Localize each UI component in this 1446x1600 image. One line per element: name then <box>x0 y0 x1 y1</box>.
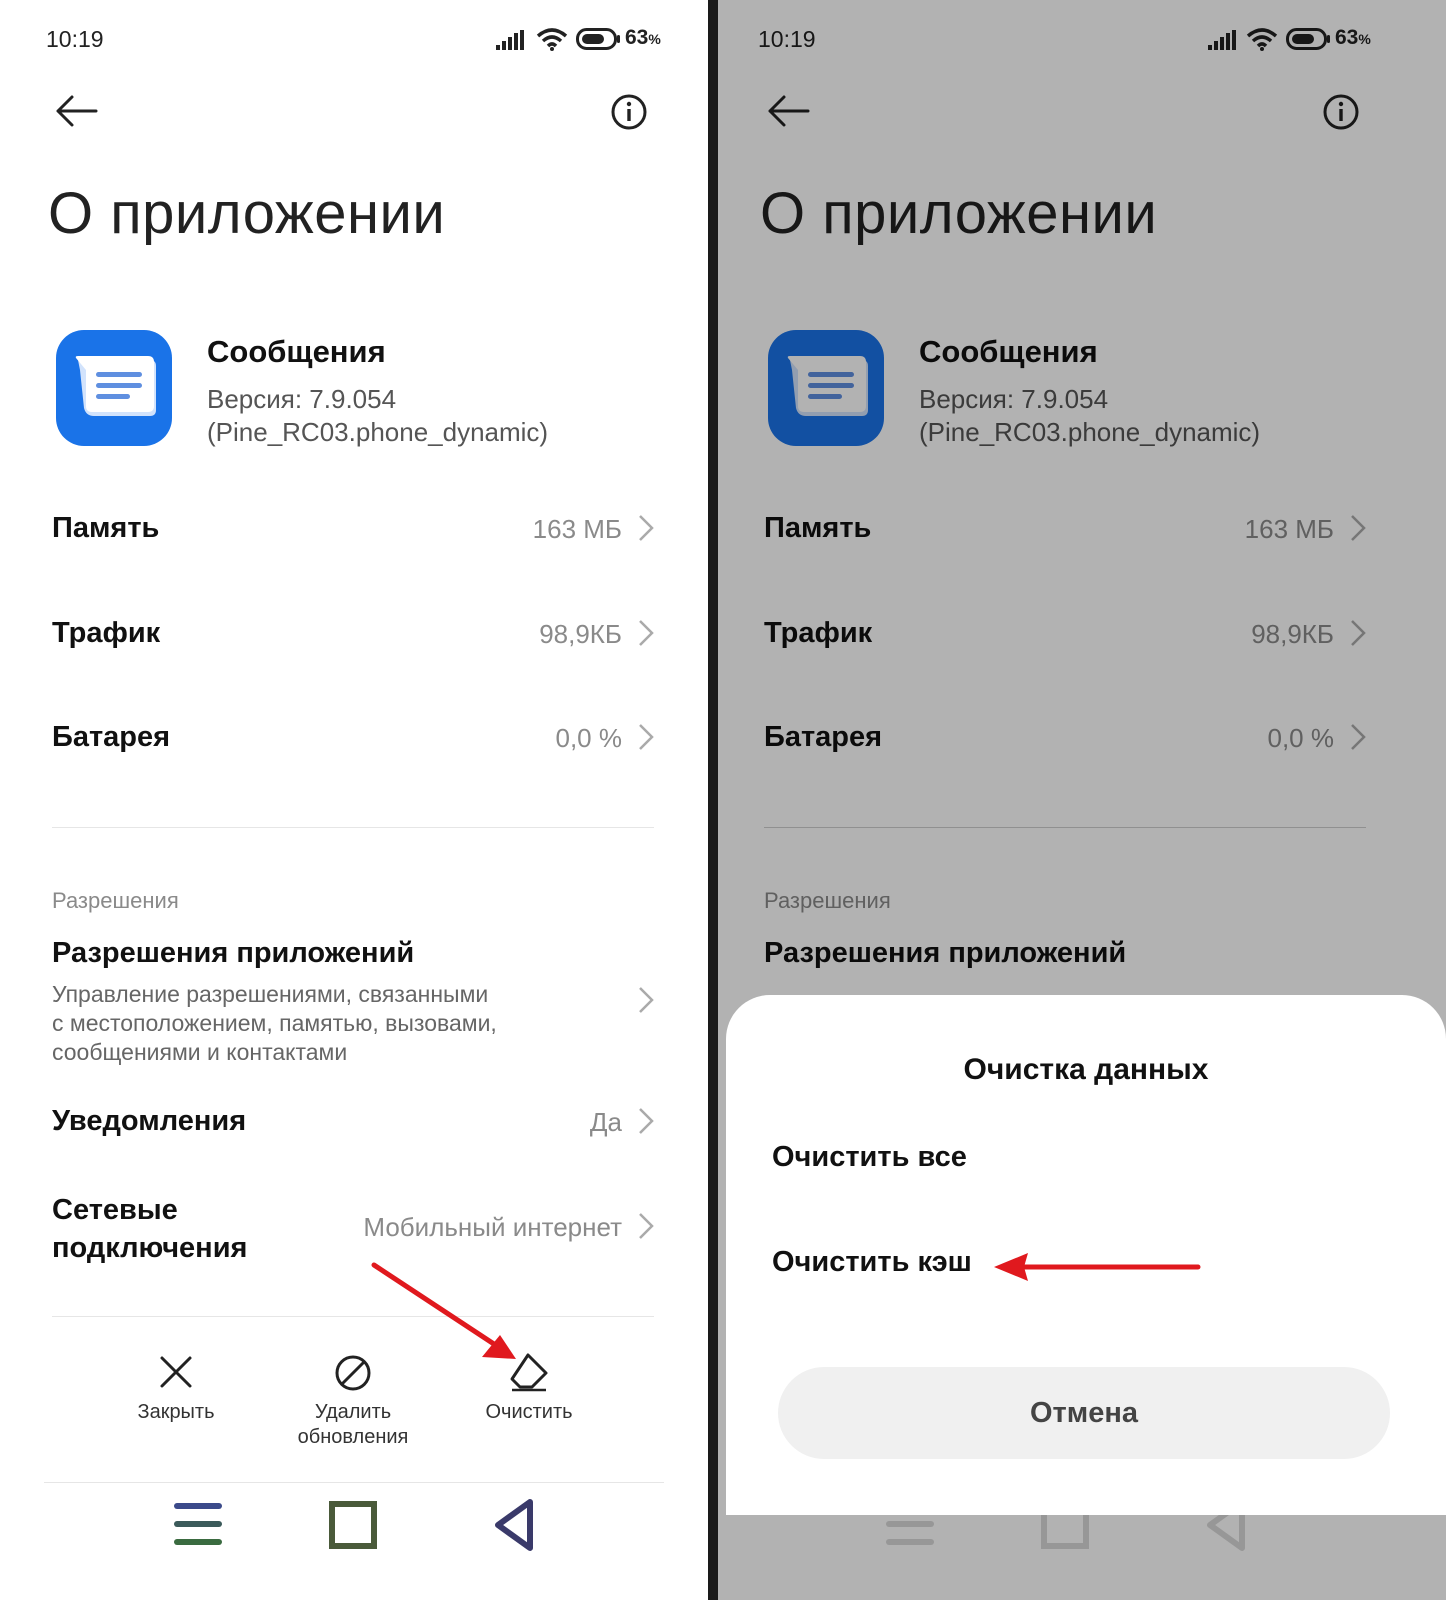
uninstall-updates-button[interactable]: Удалить обновления <box>273 1400 433 1450</box>
messages-app-icon <box>56 330 172 446</box>
app-permissions-title[interactable]: Разрешения приложений <box>52 937 414 970</box>
battery-row-label[interactable]: Батарея <box>52 721 170 754</box>
message-bubble-icon <box>75 356 156 416</box>
storage-value: 163 МБ <box>532 514 622 544</box>
signal-icon <box>496 30 524 50</box>
chevron-right-icon <box>639 515 654 541</box>
app-info-screen: 10:19 63% О приложении Сообщения Версия:… <box>0 0 708 1600</box>
status-time: 10:19 <box>46 26 104 52</box>
menu-icon[interactable] <box>172 1500 224 1550</box>
clear-all-option[interactable]: Очистить все <box>772 1141 967 1174</box>
chevron-right-icon <box>639 987 654 1013</box>
wifi-icon <box>536 28 568 51</box>
app-version: Версия: 7.9.054 (Pine_RC03.phone_dynamic… <box>207 384 549 447</box>
close-icon[interactable] <box>158 1354 194 1390</box>
chevron-right-icon <box>639 1108 654 1134</box>
notifications-value: Да <box>589 1107 622 1137</box>
battery-level: 63% <box>625 26 661 49</box>
home-square-icon[interactable] <box>328 1500 378 1550</box>
back-arrow-icon[interactable] <box>54 94 98 128</box>
app-name: Сообщения <box>207 334 386 369</box>
close-app-button[interactable]: Закрыть <box>106 1400 246 1425</box>
back-triangle-icon[interactable] <box>492 1498 536 1552</box>
divider <box>52 827 654 828</box>
battery-icon <box>576 28 620 50</box>
chevron-right-icon <box>639 724 654 750</box>
clear-button[interactable]: Очистить <box>459 1400 599 1425</box>
chevron-right-icon <box>639 620 654 646</box>
notifications-row-label[interactable]: Уведомления <box>52 1105 246 1138</box>
info-icon[interactable] <box>610 93 648 131</box>
cancel-button[interactable]: Отмена <box>778 1367 1390 1459</box>
clear-data-dialog: Очистка данных Очистить все Очистить кэш… <box>726 995 1446 1515</box>
traffic-value: 98,9КБ <box>539 619 622 649</box>
app-permissions-description: Управление разрешениями, связанными с ме… <box>52 981 497 1065</box>
chevron-right-icon <box>639 1213 654 1239</box>
network-row-label[interactable]: Сетевые подключения <box>52 1191 247 1267</box>
traffic-row-label[interactable]: Трафик <box>52 617 160 650</box>
clear-cache-option[interactable]: Очистить кэш <box>772 1246 972 1279</box>
divider <box>52 1316 654 1317</box>
battery-usage-value: 0,0 % <box>555 723 623 753</box>
dialog-title: Очистка данных <box>963 1053 1209 1086</box>
screenshot-divider <box>708 0 718 1600</box>
clear-data-dialog-screen: 10:19 63% О приложении Сообщения Версия:… <box>718 0 1446 1600</box>
permissions-section-label: Разрешения <box>52 888 179 913</box>
page-title: О приложении <box>48 181 446 246</box>
annotation-arrow-icon <box>371 1262 516 1359</box>
annotation-arrow-icon <box>994 1253 1201 1281</box>
divider <box>44 1482 664 1483</box>
storage-row-label[interactable]: Память <box>52 512 159 545</box>
network-value: Мобильный интернет <box>363 1212 622 1242</box>
